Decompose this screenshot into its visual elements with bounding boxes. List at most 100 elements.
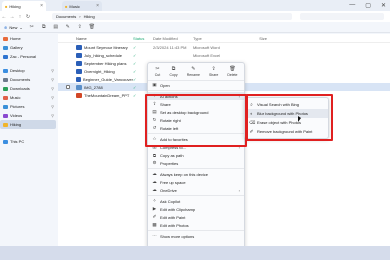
sidebar-item-zac-personal[interactable]: Zac - Personal [0, 52, 56, 61]
sidebar-item-home[interactable]: Home [0, 34, 56, 43]
menu-item-properties[interactable]: ⚙ Properties [148, 159, 244, 167]
sidebar-item-label: Documents [10, 77, 31, 82]
paste-icon[interactable]: ▤ [53, 24, 59, 30]
menu-item-open[interactable]: ▣ Open [148, 81, 244, 89]
cut-button[interactable]: ✂ Cut [154, 65, 161, 77]
file-name: TheMountainDream_PPT [84, 92, 130, 98]
sidebar-item-desktop[interactable]: Desktop ⚲ [0, 66, 56, 75]
copy-icon[interactable]: ⧉ [41, 24, 47, 30]
sidebar-item-documents[interactable]: Documents ⚲ [0, 75, 56, 84]
sidebar-item-label: Downloads [10, 86, 30, 91]
quick-actions-bar: ✂ Cut ⧉ Copy ✎ Rename ⇪ Share 🗑 Delete [148, 63, 244, 81]
navigation-pane: Home Gallery Zac - Personal Desktop ⚲ Documen… [0, 34, 56, 246]
new-button[interactable]: ⊕ New ⌄ [4, 25, 23, 30]
documents-icon [3, 77, 8, 82]
menu-item-label: Properties [160, 160, 179, 166]
sidebar-item-downloads[interactable]: Downloads ⚲ [0, 84, 56, 93]
file-name: Mount Seymour Itinerary [84, 44, 128, 50]
share-button[interactable]: ⇪ Share [209, 66, 218, 77]
menu-item-onedrive[interactable]: ☁ OneDrive › [148, 186, 244, 194]
cut-icon: ✂ [155, 65, 160, 72]
sidebar-item-music[interactable]: Music ⚲ [0, 93, 56, 102]
refresh-icon[interactable]: ↻ [24, 14, 32, 20]
folder-icon: ■ [65, 3, 68, 9]
menu-item-label: Free up space [160, 179, 186, 185]
sidebar-item-videos[interactable]: Videos ⚲ [0, 111, 56, 120]
column-date[interactable]: Date Modified [153, 36, 193, 41]
sidebar-item-label: Hiking [10, 122, 22, 127]
share-icon[interactable]: ⇪ [77, 24, 83, 30]
quick-action-label: Delete [227, 72, 238, 77]
forward-arrow-icon[interactable]: → [8, 14, 16, 20]
back-arrow-icon[interactable]: ← [0, 14, 8, 20]
rename-button[interactable]: ✎ Rename [187, 66, 200, 77]
file-row[interactable]: July_hiking_schedule ✓ Microsoft Excel [58, 51, 390, 59]
copy-icon: ⧉ [171, 65, 176, 72]
tab-hiking[interactable]: ■ Hiking × [2, 1, 46, 11]
copy-button[interactable]: ⧉ Copy [170, 65, 178, 77]
tab-music[interactable]: ■ Music × [62, 1, 102, 11]
close-tab-icon[interactable]: × [96, 3, 99, 9]
quick-action-label: Cut [154, 72, 161, 77]
file-row[interactable]: Mount Seymour Itinerary ✓ 2/3/2024 11:43 P… [58, 43, 390, 51]
photos-icon: ▩ [152, 222, 157, 227]
copilot-icon: ✧ [152, 198, 157, 203]
menu-item-edit-with-clipchamp[interactable]: ▶ Edit with Clipchamp [148, 205, 244, 213]
file-name: July_hiking_schedule [84, 52, 123, 58]
cloud-icon [3, 54, 8, 59]
rename-icon[interactable]: ✎ [65, 24, 71, 30]
close-tab-icon[interactable]: × [40, 3, 43, 9]
sidebar-item-this-pc[interactable]: This PC [0, 137, 56, 146]
breadcrumb[interactable]: Documents › Hiking [52, 13, 292, 20]
menu-item-label: Copy as path [160, 152, 184, 158]
file-name: September Hiking plans [84, 60, 127, 66]
breadcrumb-item[interactable]: Documents [56, 14, 76, 19]
more-options-icon: ⋯ [152, 233, 157, 238]
sidebar-item-gallery[interactable]: Gallery [0, 43, 56, 52]
up-arrow-icon[interactable]: ↑ [16, 14, 24, 20]
sidebar-item-label: Pictures [10, 104, 25, 109]
tab-label: Music [69, 3, 80, 9]
row-checkbox[interactable] [66, 85, 70, 89]
search-input[interactable] [300, 13, 384, 20]
music-icon [3, 95, 8, 100]
file-name-cell: Overnight_Hiking [58, 68, 133, 74]
file-name: Beginner_Guide_Vancouver [83, 76, 133, 82]
folder-icon: ■ [5, 3, 8, 9]
sidebar-item-label: Home [10, 36, 21, 41]
address-bar: ← → ↑ ↻ Documents › Hiking [0, 11, 390, 22]
pin-icon: ⚲ [51, 86, 54, 91]
desktop-icon [3, 68, 8, 73]
menu-item-edit-with-photos[interactable]: ▩ Edit with Photos [148, 221, 244, 229]
file-type: Microsoft Excel [193, 52, 221, 58]
menu-item-free-up-space[interactable]: ☁ Free up space [148, 178, 244, 186]
menu-item-always-keep-on-this-device[interactable]: ☁ Always keep on this device [148, 170, 244, 178]
home-icon [3, 36, 8, 41]
plus-icon: ⊕ [4, 24, 8, 30]
file-name-cell: Mount Seymour Itinerary [58, 44, 133, 50]
column-size[interactable]: Size [237, 36, 267, 41]
breadcrumb-item[interactable]: Hiking [84, 14, 95, 19]
sidebar-item-pictures[interactable]: Pictures ⚲ [0, 102, 56, 111]
menu-item-ask-copilot[interactable]: ✧ Ask Copilot [148, 197, 244, 205]
sidebar-item-label: Desktop [10, 68, 25, 73]
menu-item-label: Open [160, 82, 170, 88]
sidebar-item-hiking[interactable]: Hiking [0, 120, 56, 129]
delete-button[interactable]: 🗑 Delete [227, 66, 238, 77]
menu-item-edit-with-paint[interactable]: ✐ Edit with Paint [148, 213, 244, 221]
column-type[interactable]: Type [193, 36, 237, 41]
pin-icon: ⚲ [51, 95, 54, 100]
taskbar [0, 246, 390, 260]
doc-icon [76, 52, 82, 58]
menu-item-show-more-options[interactable]: ⋯ Show more options [148, 232, 244, 240]
delete-icon[interactable]: 🗑 [89, 24, 95, 30]
context-menu: ✂ Cut ⧉ Copy ✎ Rename ⇪ Share 🗑 Delete ▣ Open ✦ AI a… [147, 62, 245, 260]
menu-item-copy-as-path[interactable]: ⧉ Copy as path [148, 151, 244, 159]
column-status[interactable]: Status [133, 36, 153, 41]
column-name[interactable]: Name [58, 36, 133, 41]
maximize-button[interactable]: ▢ [365, 2, 371, 9]
file-name-cell: September Hiking plans [58, 60, 133, 66]
minimize-button[interactable]: — [349, 2, 355, 9]
cut-icon[interactable]: ✂ [29, 24, 35, 30]
close-window-button[interactable]: ✕ [381, 2, 386, 9]
